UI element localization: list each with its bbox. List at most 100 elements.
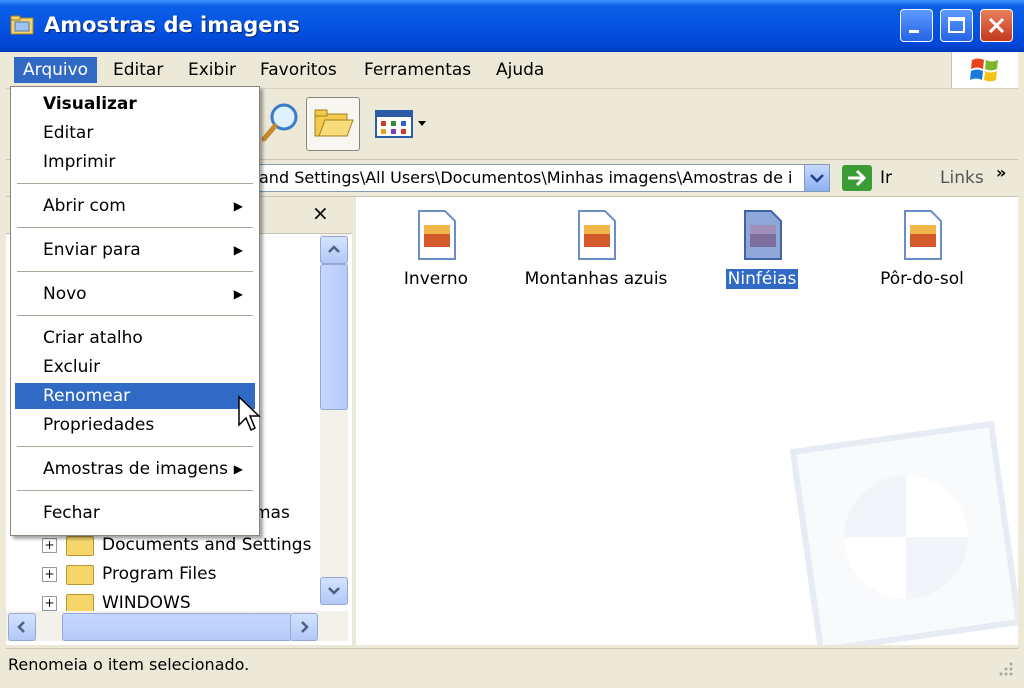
windows-flag-icon <box>970 58 998 82</box>
scroll-right-button[interactable] <box>290 613 318 641</box>
chevron-left-icon <box>17 621 25 633</box>
menu-exibir[interactable]: Exibir <box>179 57 245 83</box>
search-icon <box>261 103 298 142</box>
status-bar: Renomeia o item selecionado. <box>6 648 1018 681</box>
menu-item-label: Criar atalho <box>43 328 143 348</box>
menu-item-label: Renomear <box>43 386 131 406</box>
menu-item-imprimir[interactable]: Imprimir <box>15 149 255 175</box>
address-dropdown-button[interactable] <box>804 165 829 191</box>
submenu-arrow-icon: ▶ <box>233 243 243 257</box>
image-file-icon <box>418 210 456 260</box>
submenu-arrow-icon: ▶ <box>233 199 243 213</box>
resize-grip-icon[interactable] <box>996 659 1014 677</box>
maximize-icon <box>948 17 965 33</box>
menu-arquivo[interactable]: Arquivo <box>14 57 98 83</box>
go-button[interactable] <box>842 165 872 191</box>
menu-ferramentas[interactable]: Ferramentas <box>355 57 480 83</box>
image-file-icon <box>578 210 616 260</box>
menu-separator <box>17 183 253 184</box>
menu-item-visualizar[interactable]: Visualizar <box>15 91 255 117</box>
menu-item-propriedades[interactable]: Propriedades <box>15 412 255 438</box>
menu-item-label: Enviar para <box>43 240 141 260</box>
expand-icon[interactable]: + <box>42 538 57 553</box>
explorer-window: Amostras de imagens Arquivo Editar Exibi… <box>0 0 1024 688</box>
minimize-button[interactable] <box>900 9 933 42</box>
menu-item-label: Excluir <box>43 357 101 377</box>
picture-watermark-icon <box>789 420 1018 645</box>
menu-item-label: Imprimir <box>43 152 116 172</box>
menu-item-criar-atalho[interactable]: Criar atalho <box>15 325 255 351</box>
address-input[interactable]: and Settings\All Users\Documentos\Minhas… <box>254 164 830 192</box>
menu-item-novo[interactable]: Novo ▶ <box>15 281 255 307</box>
file-name: Pôr-do-sol <box>880 269 964 289</box>
menu-bar: Arquivo Editar Exibir Favoritos Ferramen… <box>6 52 1018 89</box>
title-bar[interactable]: Amostras de imagens <box>0 0 1024 52</box>
links-chevron-icon[interactable]: » <box>996 163 1006 182</box>
menu-separator <box>17 315 253 316</box>
file-item[interactable]: Pôr-do-sol <box>842 209 1002 289</box>
menu-item-renomear[interactable]: Renomear <box>15 383 255 409</box>
file-item[interactable]: Inverno <box>356 209 516 289</box>
menu-item-label: Amostras de imagens <box>43 459 229 479</box>
links-label[interactable]: Links <box>940 168 984 188</box>
menu-separator <box>17 490 253 491</box>
file-name: Montanhas azuis <box>524 269 668 289</box>
chevron-up-icon <box>328 245 340 253</box>
menu-editar[interactable]: Editar <box>104 57 172 83</box>
pane-close-icon[interactable]: × <box>312 201 329 225</box>
go-label[interactable]: Ir <box>880 168 892 188</box>
menu-separator <box>17 446 253 447</box>
hscroll-thumb[interactable] <box>62 613 292 641</box>
expand-icon[interactable]: + <box>42 596 57 611</box>
scroll-thumb[interactable] <box>320 264 348 410</box>
vertical-scrollbar[interactable] <box>320 234 348 605</box>
horizontal-scrollbar[interactable] <box>6 611 348 641</box>
windows-logo <box>951 52 1018 88</box>
submenu-arrow-icon: ▶ <box>233 462 243 476</box>
menu-item-fechar[interactable]: Fechar <box>15 500 255 526</box>
file-item[interactable]: Montanhas azuis <box>516 209 676 289</box>
search-button[interactable] <box>254 97 306 149</box>
chevron-down-icon <box>810 174 824 183</box>
close-icon <box>988 17 1005 34</box>
folders-icon <box>314 109 354 137</box>
file-item-selected[interactable]: Ninféias <box>682 209 842 289</box>
address-path: and Settings\All Users\Documentos\Minhas… <box>259 168 793 187</box>
folder-icon <box>66 536 94 556</box>
minimize-icon <box>909 30 919 33</box>
menu-item-excluir[interactable]: Excluir <box>15 354 255 380</box>
chevron-right-icon <box>301 621 309 633</box>
menu-separator <box>17 271 253 272</box>
menu-item-abrir-com[interactable]: Abrir com ▶ <box>15 193 255 219</box>
expand-icon[interactable]: + <box>42 567 57 582</box>
status-text: Renomeia o item selecionado. <box>8 655 250 674</box>
file-list: Inverno Montanhas azuis Ninféias Pôr-do-… <box>356 197 1018 645</box>
file-name: Ninféias <box>725 269 799 289</box>
image-file-icon <box>904 210 942 260</box>
views-button[interactable] <box>372 97 432 149</box>
menu-item-enviar-para[interactable]: Enviar para ▶ <box>15 237 255 263</box>
views-icon <box>375 110 426 138</box>
folders-button[interactable] <box>306 97 360 151</box>
folder-icon <box>66 565 94 585</box>
window-title: Amostras de imagens <box>44 13 300 37</box>
file-menu-dropdown: Visualizar Editar Imprimir Abrir com ▶ En… <box>10 86 260 536</box>
menu-item-amostras-de-imagens[interactable]: Amostras de imagens ▶ <box>15 456 255 482</box>
scroll-down-button[interactable] <box>320 577 348 605</box>
menu-item-label: Editar <box>43 123 94 143</box>
image-file-icon <box>744 210 782 260</box>
file-name: Inverno <box>403 269 469 289</box>
menu-item-editar[interactable]: Editar <box>15 120 255 146</box>
close-button[interactable] <box>980 9 1013 42</box>
tree-label: Program Files <box>102 564 217 584</box>
menu-ajuda[interactable]: Ajuda <box>487 57 553 83</box>
scroll-up-button[interactable] <box>320 236 348 264</box>
scroll-left-button[interactable] <box>8 613 36 641</box>
menu-item-label: Abrir com <box>43 196 126 216</box>
menu-item-label: Visualizar <box>43 94 137 114</box>
maximize-button[interactable] <box>940 9 973 42</box>
menu-favoritos[interactable]: Favoritos <box>251 57 346 83</box>
folder-icon <box>10 15 34 35</box>
arrow-right-icon <box>848 169 867 187</box>
mouse-cursor-icon <box>238 395 261 432</box>
